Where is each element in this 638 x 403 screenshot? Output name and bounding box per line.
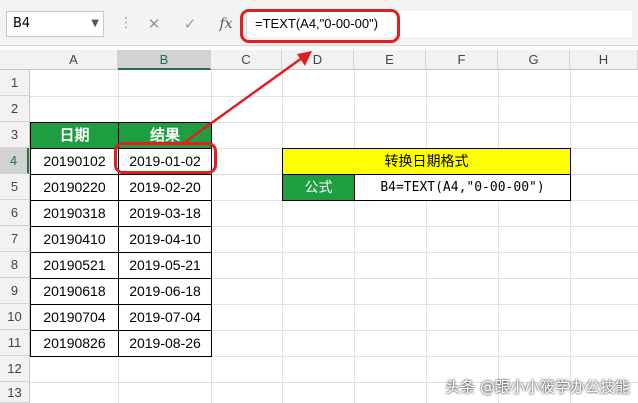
watermark: 头条 @跟小小筱学办公技能 [445,378,630,396]
annotation-arrow [184,51,312,144]
